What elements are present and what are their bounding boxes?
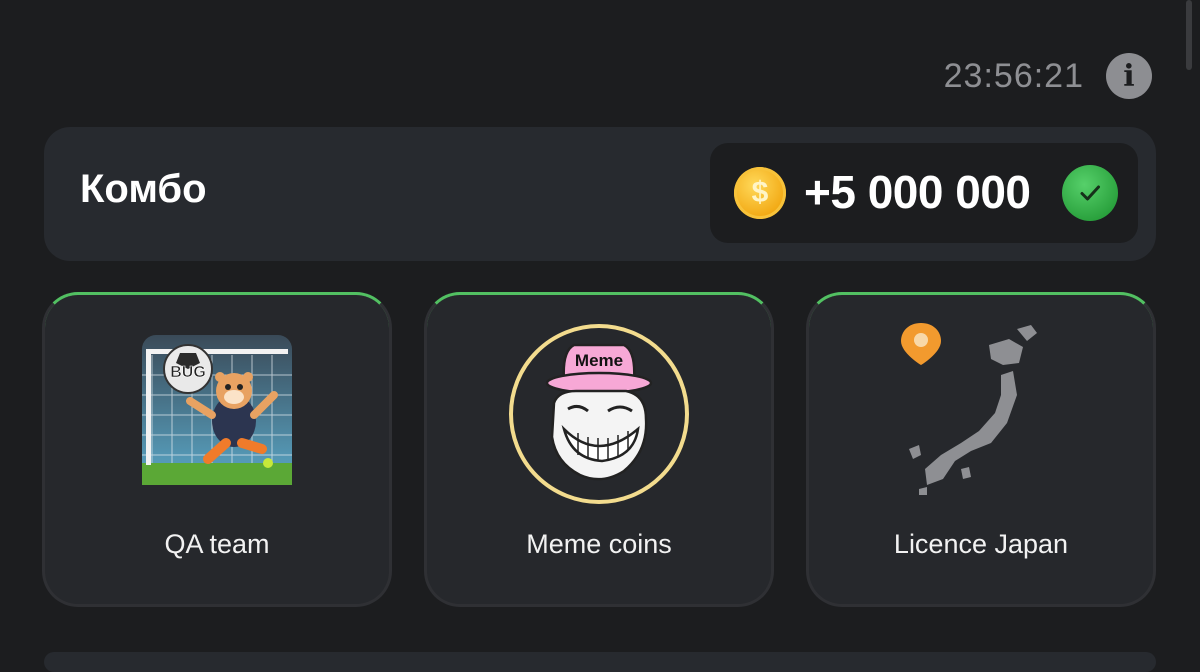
japan-map-image <box>891 319 1071 499</box>
card-label: Licence Japan <box>893 529 1069 559</box>
combo-title: Комбо <box>80 167 207 211</box>
card-label: QA team <box>164 529 270 559</box>
combo-bar: Комбо $ +5 000 000 <box>44 127 1156 261</box>
scrollbar[interactable] <box>1186 0 1192 70</box>
combo-reward: $ +5 000 000 <box>710 143 1138 243</box>
countdown-timer: 23:56:21 <box>943 56 1084 95</box>
hamster-goalkeeper-bug-image: BUG <box>142 335 292 485</box>
coin-symbol: $ <box>751 176 769 209</box>
meme-badge: Meme <box>575 351 623 370</box>
check-icon <box>1062 165 1118 221</box>
bug-badge: BUG <box>170 364 206 381</box>
next-section-panel <box>44 652 1156 672</box>
trollface-meme-hat-image: Meme <box>506 321 692 507</box>
combo-card-meme-coins[interactable]: Meme Meme coins <box>424 292 774 607</box>
coin-icon: $ <box>734 167 786 219</box>
combo-card-qa-team[interactable]: BUG QA team <box>42 292 392 607</box>
combo-card-licence-japan[interactable]: Licence Japan <box>806 292 1156 607</box>
timer-row: 23:56:21 i <box>944 52 1152 100</box>
reward-amount: +5 000 000 <box>804 166 1031 218</box>
card-label: Meme coins <box>526 529 672 559</box>
info-icon[interactable]: i <box>1106 53 1152 99</box>
